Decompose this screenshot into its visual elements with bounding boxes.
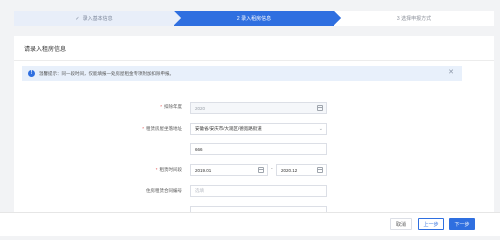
cancel-button[interactable]: 取消 bbox=[390, 218, 412, 230]
step-label: 3 选择申报方式 bbox=[396, 16, 432, 22]
step-declaration-method: 3 选择申报方式 bbox=[334, 11, 494, 26]
check-icon: ✓ bbox=[75, 15, 80, 22]
period-label: * 租赁时间段 bbox=[155, 167, 182, 172]
period-start-field[interactable]: 2019.01 bbox=[190, 164, 268, 176]
contract-number-input[interactable]: 选填 bbox=[190, 185, 327, 197]
period-separator: - bbox=[271, 166, 273, 172]
info-icon: ! bbox=[28, 70, 35, 77]
card-title: 请录入租房信息 bbox=[24, 47, 67, 53]
calendar-icon bbox=[258, 167, 264, 173]
close-icon[interactable]: ✕ bbox=[448, 69, 454, 77]
year-label: * 扣除年度 bbox=[160, 104, 182, 109]
address-select[interactable]: 安徽省/安庆市/大观区/德宽路街道 ⌄ bbox=[190, 123, 327, 135]
address-detail-input[interactable]: 666 bbox=[190, 143, 327, 155]
address-label: * 租赁房屋坐落地址 bbox=[142, 126, 182, 131]
calendar-icon bbox=[317, 105, 323, 111]
step-basic-info: ✓ 录入基本信息 bbox=[14, 11, 181, 26]
notice-text: 温馨提示：同一段时间，仅能填报一处房屋租金专项附加扣除申报。 bbox=[39, 70, 174, 76]
stepper: ✓ 录入基本信息 2 录入租房信息 3 选择申报方式 bbox=[14, 11, 494, 26]
divider bbox=[14, 60, 494, 61]
next-step-button[interactable]: 下一步 bbox=[449, 218, 475, 230]
year-field[interactable]: 2020 bbox=[190, 102, 327, 114]
step-rental-info: 2 录入租房信息 bbox=[174, 11, 341, 26]
previous-step-button[interactable]: 上一步 bbox=[418, 218, 444, 230]
notice-banner: ! 温馨提示：同一段时间，仅能填报一处房屋租金专项附加扣除申报。 ✕ bbox=[22, 66, 462, 81]
step-label: 录入基本信息 bbox=[82, 16, 113, 22]
period-end-field[interactable]: 2020.12 bbox=[276, 164, 327, 176]
calendar-icon bbox=[317, 167, 323, 173]
step-label: 2 录入租房信息 bbox=[236, 16, 272, 22]
chevron-down-icon: ⌄ bbox=[318, 126, 323, 132]
contract-label: 住房租赁合同编号 bbox=[146, 188, 182, 193]
